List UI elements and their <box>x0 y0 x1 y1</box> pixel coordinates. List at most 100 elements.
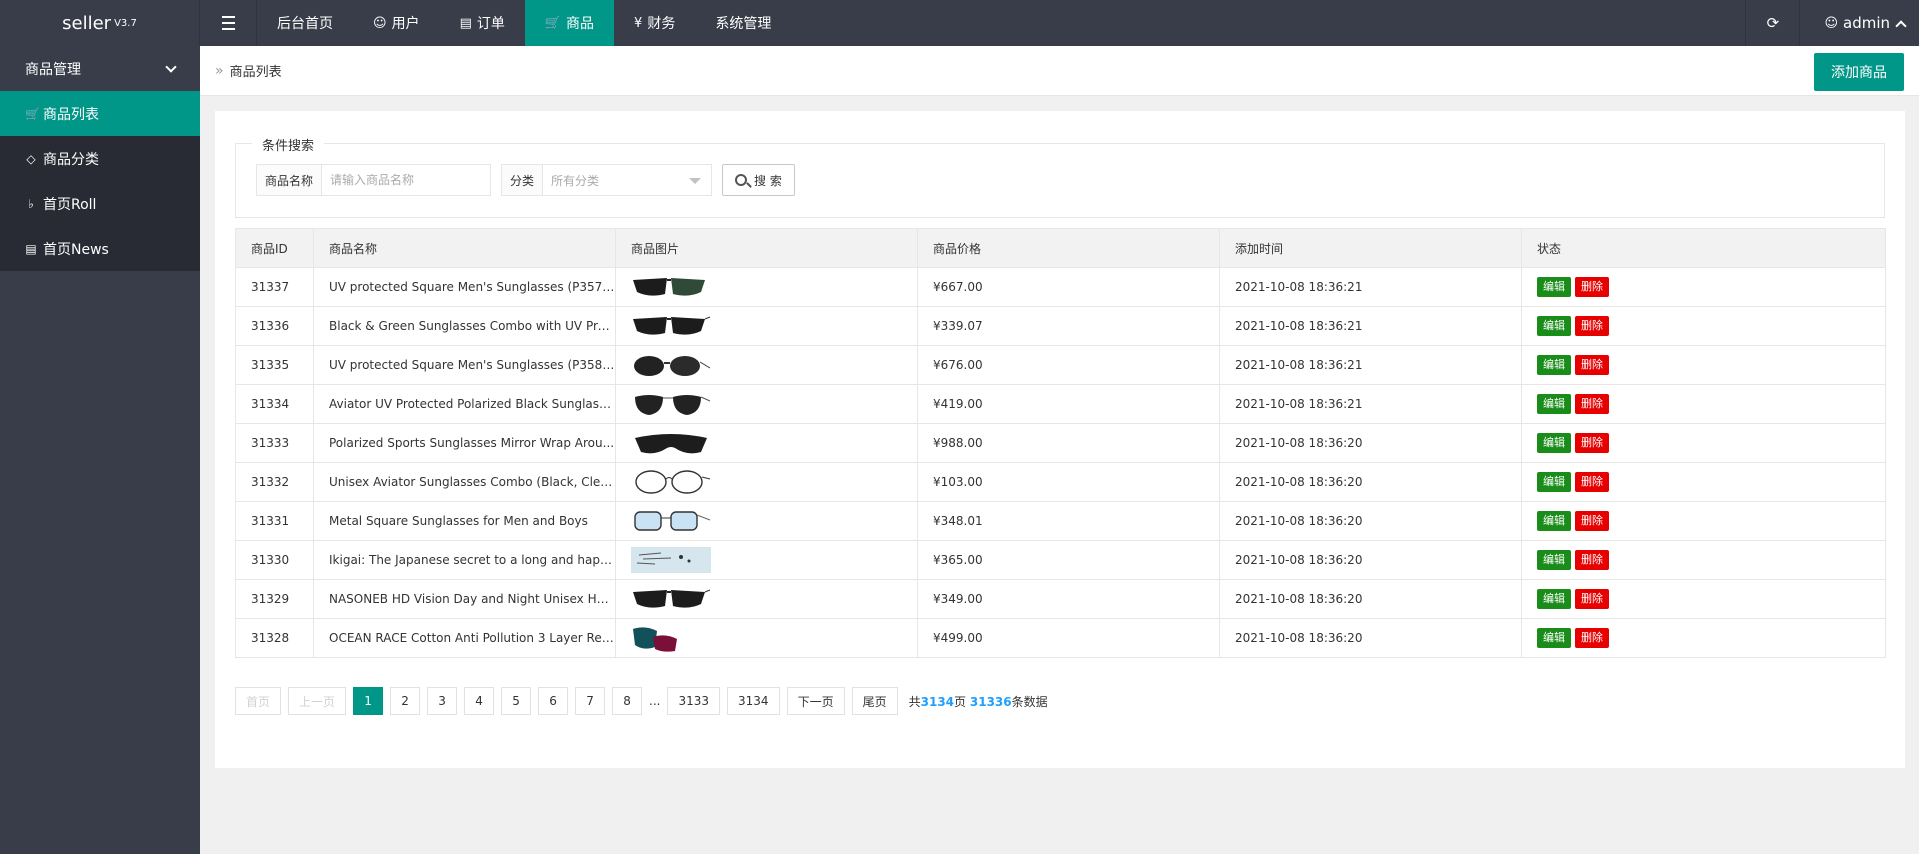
first-page-button[interactable]: 首页 <box>235 687 282 715</box>
column-header-price[interactable]: 商品价格 <box>917 228 1220 268</box>
delete-button[interactable]: 删除 <box>1575 277 1609 297</box>
delete-button[interactable]: 删除 <box>1575 511 1609 531</box>
sunglasses-black-image <box>633 589 711 608</box>
page-button-8[interactable]: 8 <box>612 687 643 715</box>
refresh-button[interactable]: ⟳ <box>1745 0 1799 46</box>
bell-icon: ♭ <box>28 196 34 211</box>
search-button[interactable]: 搜 索 <box>722 164 795 196</box>
cell-time: 2021-10-08 18:36:20 <box>1219 618 1522 658</box>
column-header-image[interactable]: 商品图片 <box>615 228 918 268</box>
topnav-item-finance[interactable]: ¥ 财务 <box>614 0 695 46</box>
prev-page-button[interactable]: 上一页 <box>288 687 347 715</box>
sidebar-group-label: 商品管理 <box>25 61 81 78</box>
delete-button[interactable]: 删除 <box>1575 433 1609 453</box>
breadcrumb-current: 商品列表 <box>229 65 282 80</box>
cell-id: 31330 <box>235 540 314 580</box>
table-body: 31337 UV protected Square Men's Sunglasse… <box>235 267 1886 658</box>
page-button-3133[interactable]: 3133 <box>667 687 721 715</box>
file-icon: ▤ <box>459 15 472 31</box>
product-name-label: 商品名称 <box>257 165 323 195</box>
user-name: admin <box>1843 14 1890 32</box>
pagination-ellipsis: ... <box>649 694 661 708</box>
delete-button[interactable]: 删除 <box>1575 355 1609 375</box>
cell-time: 2021-10-08 18:36:21 <box>1219 384 1522 424</box>
cell-price: ¥339.07 <box>917 306 1220 346</box>
page-button-7[interactable]: 7 <box>575 687 606 715</box>
category-select[interactable]: 所有分类 <box>543 165 711 195</box>
double-chevron-icon: » <box>215 62 224 79</box>
edit-button[interactable]: 编辑 <box>1537 433 1571 453</box>
cell-price: ¥349.00 <box>917 579 1220 619</box>
cart-icon: 🛒 <box>544 15 562 31</box>
column-header-name[interactable]: 商品名称 <box>313 228 616 268</box>
delete-button[interactable]: 删除 <box>1575 589 1609 609</box>
topnav-item-system[interactable]: 系统管理 <box>695 0 791 46</box>
delete-button[interactable]: 删除 <box>1575 628 1609 648</box>
next-page-button[interactable]: 下一页 <box>786 687 845 715</box>
column-header-id[interactable]: 商品ID <box>235 228 314 268</box>
cell-image <box>615 345 918 385</box>
topnav-item-home[interactable]: 后台首页 <box>257 0 353 46</box>
page-button-6[interactable]: 6 <box>538 687 569 715</box>
delete-button[interactable]: 删除 <box>1575 472 1609 492</box>
app-logo[interactable]: seller V3.7 <box>0 0 200 46</box>
sidebar-group-product-management[interactable]: 商品管理 <box>0 46 200 91</box>
sidebar-item-home-news[interactable]: ▤ 首页News <box>0 226 200 271</box>
menu-toggle-button[interactable] <box>200 0 257 46</box>
cell-id: 31336 <box>235 306 314 346</box>
edit-button[interactable]: 编辑 <box>1537 277 1571 297</box>
delete-button[interactable]: 删除 <box>1575 394 1609 414</box>
edit-button[interactable]: 编辑 <box>1537 316 1571 336</box>
topnav-item-products[interactable]: 🛒 商品 <box>524 0 615 46</box>
page-button-3[interactable]: 3 <box>427 687 458 715</box>
edit-button[interactable]: 编辑 <box>1537 394 1571 414</box>
edit-button[interactable]: 编辑 <box>1537 550 1571 570</box>
edit-button[interactable]: 编辑 <box>1537 589 1571 609</box>
column-header-status[interactable]: 状态 <box>1521 228 1886 268</box>
page-button-2[interactable]: 2 <box>390 687 421 715</box>
news-icon: ▤ <box>25 241 37 256</box>
sunglasses-round-image <box>634 356 711 376</box>
sidebar-item-product-category[interactable]: ◇ 商品分类 <box>0 136 200 181</box>
cell-image <box>615 306 918 346</box>
user-menu[interactable]: ☺ admin <box>1799 0 1919 46</box>
edit-button[interactable]: 编辑 <box>1537 511 1571 531</box>
topnav-item-label: 订单 <box>476 16 505 32</box>
sidebar-item-home-roll[interactable]: ♭ 首页Roll <box>0 181 200 226</box>
edit-button[interactable]: 编辑 <box>1537 628 1571 648</box>
category-select-value: 所有分类 <box>551 173 600 188</box>
cell-status: 编辑 删除 <box>1521 501 1886 541</box>
delete-button[interactable]: 删除 <box>1575 316 1609 336</box>
user-icon: ☺ <box>373 15 387 31</box>
search-button-label: 搜 索 <box>754 173 782 188</box>
cell-time: 2021-10-08 18:36:20 <box>1219 579 1522 619</box>
last-page-button[interactable]: 尾页 <box>851 687 898 715</box>
cell-id: 31329 <box>235 579 314 619</box>
topnav-item-label: 系统管理 <box>715 16 772 32</box>
edit-button[interactable]: 编辑 <box>1537 355 1571 375</box>
topnav-item-user[interactable]: ☺ 用户 <box>353 0 440 46</box>
add-product-button[interactable]: 添加商品 <box>1814 53 1904 91</box>
page-button-1[interactable]: 1 <box>353 687 384 715</box>
edit-button[interactable]: 编辑 <box>1537 472 1571 492</box>
cell-name: UV protected Square Men's Sunglasses (P3… <box>313 267 616 307</box>
cell-status: 编辑 删除 <box>1521 267 1886 307</box>
column-header-time[interactable]: 添加时间 <box>1219 228 1522 268</box>
cell-name: Polarized Sports Sunglasses Mirror Wrap … <box>313 423 616 463</box>
page-button-4[interactable]: 4 <box>464 687 495 715</box>
delete-button[interactable]: 删除 <box>1575 550 1609 570</box>
sidebar-item-label: 首页Roll <box>43 196 97 213</box>
cell-name: NASONEB HD Vision Day and Night Unisex H… <box>313 579 616 619</box>
breadcrumb: » 商品列表 添加商品 <box>200 46 1919 96</box>
product-name-input[interactable] <box>322 165 491 195</box>
page-button-3134[interactable]: 3134 <box>727 687 780 715</box>
topnav-item-label: 用户 <box>391 16 420 32</box>
page-button-5[interactable]: 5 <box>501 687 532 715</box>
sidebar-item-product-list[interactable]: 🛒 商品列表 <box>0 91 200 136</box>
cell-id: 31335 <box>235 345 314 385</box>
topnav-item-orders[interactable]: ▤ 订单 <box>440 0 525 46</box>
header-right: ⟳ ☺ admin <box>1745 0 1919 46</box>
table-row: 31329 NASONEB HD Vision Day and Night Uni… <box>235 579 1886 619</box>
cell-price: ¥667.00 <box>917 267 1220 307</box>
chevron-down-icon <box>165 60 177 73</box>
